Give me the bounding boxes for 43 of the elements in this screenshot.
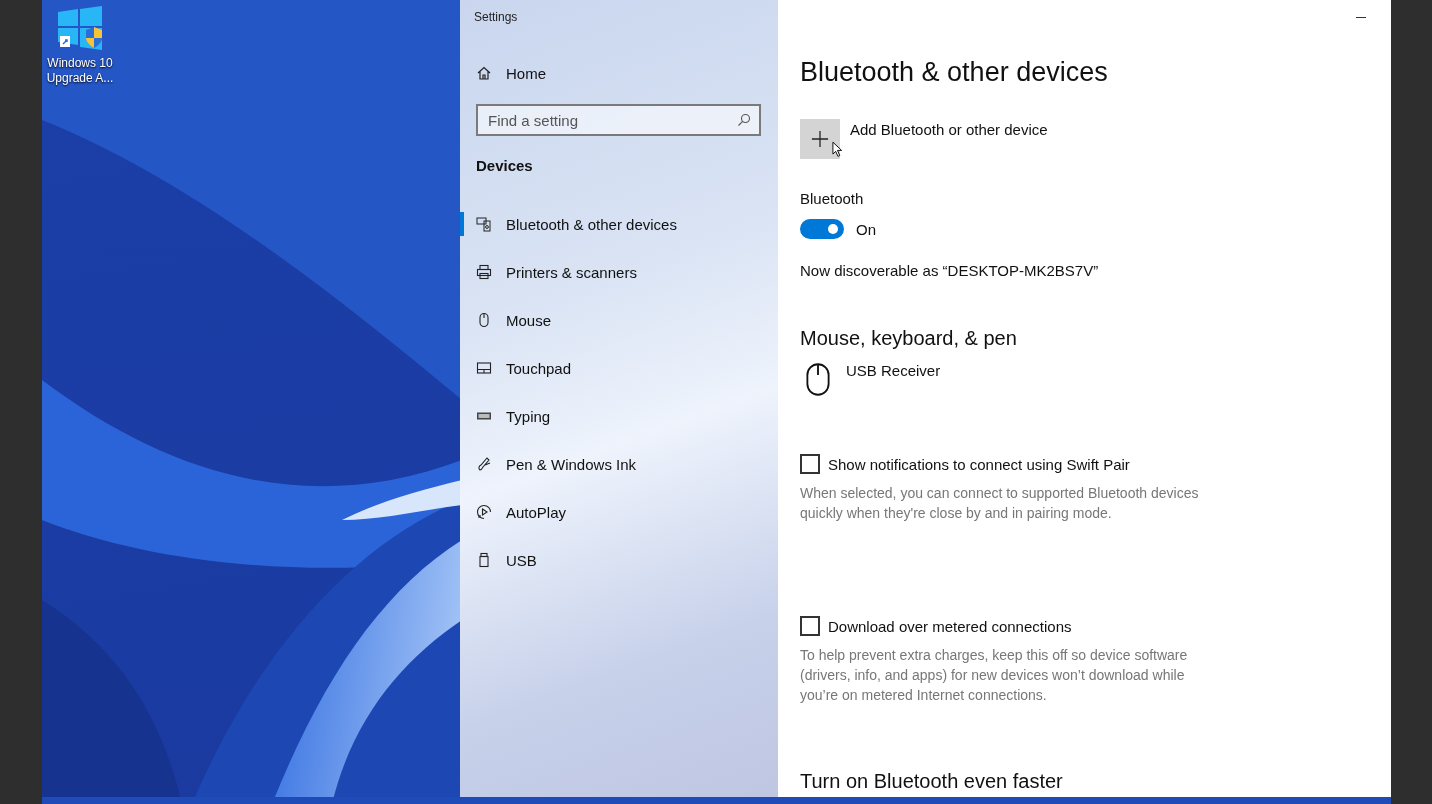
discoverable-text: Now discoverable as “DESKTOP-MK2BS7V” (800, 261, 1099, 281)
bluetooth-label: Bluetooth (800, 189, 864, 209)
option-description: To help prevent extra charges, keep this off so device software (drivers, info, and apps) for new devices won’t download while you’re on metered Internet connections. (800, 646, 1189, 705)
checkbox[interactable] (800, 616, 820, 636)
search-field[interactable]: Find a setting (476, 104, 761, 136)
nav-icon (476, 264, 492, 280)
nav-icon (476, 312, 492, 328)
selection-indicator (460, 212, 464, 236)
checkbox-label[interactable]: Show notifications to connect using Swift Pair (828, 455, 1130, 473)
bluetooth-toggle[interactable] (800, 219, 844, 239)
plus-icon (811, 130, 829, 148)
nav-icon (476, 504, 492, 520)
option-description: When selected, you can connect to supported Bluetooth devices quickly when they're close by and in pairing mode. (800, 484, 1200, 523)
nav-item[interactable]: Bluetooth & other devices (460, 200, 778, 248)
section-heading: Devices (476, 156, 533, 176)
page-heading: Bluetooth & other devices (800, 56, 1108, 89)
nav-item[interactable]: AutoPlay (460, 488, 778, 536)
section-heading: Mouse, keyboard, & pen (800, 326, 1017, 351)
desktop-icon-label[interactable]: Windows 10 Upgrade A... (45, 56, 115, 86)
mouse-icon (806, 362, 830, 397)
home-link[interactable]: Home (476, 49, 546, 97)
home-icon (476, 65, 492, 81)
section-heading: Turn on Bluetooth even faster (800, 769, 1063, 794)
toggle-state: On (856, 220, 876, 238)
nav-icon (476, 552, 492, 568)
window-title: Settings (474, 10, 518, 24)
nav-icon (476, 216, 492, 232)
add-device-link[interactable]: Add Bluetooth or other device (850, 119, 1048, 141)
nav-item[interactable]: Printers & scanners (460, 248, 778, 296)
device-item[interactable]: USB Receiver (800, 362, 941, 397)
nav-icon (476, 360, 492, 376)
nav-item[interactable]: Touchpad (460, 344, 778, 392)
nav-item[interactable]: Pen & Windows Ink (460, 440, 778, 488)
search-icon (737, 113, 751, 127)
add-device-button[interactable] (800, 119, 840, 159)
checkbox[interactable] (800, 454, 820, 474)
checkbox-label[interactable]: Download over metered connections (828, 617, 1072, 635)
nav-icon (476, 456, 492, 472)
cursor-icon (832, 141, 843, 158)
nav-item[interactable]: Typing (460, 392, 778, 440)
nav-item[interactable]: USB (460, 536, 778, 584)
nav-item[interactable]: Mouse (460, 296, 778, 344)
windows-logo-icon[interactable] (56, 6, 104, 50)
